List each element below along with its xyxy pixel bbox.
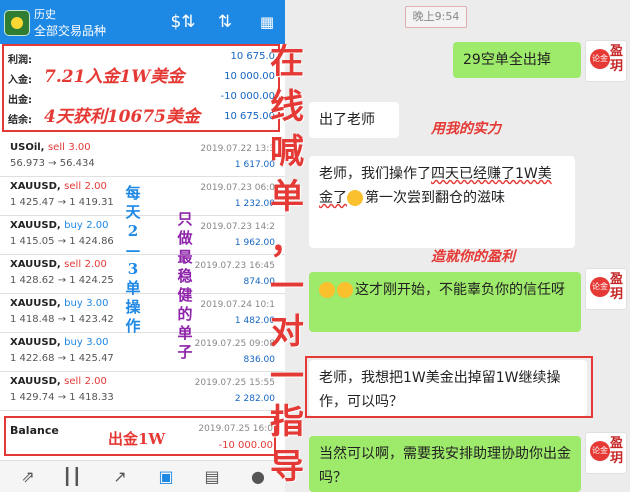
avatar-glyph: 盈玥 <box>610 44 624 74</box>
page-title: 历史 <box>34 8 56 21</box>
trade-price: 1 428.62 → 1 424.25 <box>10 275 114 286</box>
trade-symbol: XAUUSD, buy 3.00 <box>10 337 109 348</box>
trade-symbol: USOil, sell 3.00 <box>10 142 91 153</box>
annotation-per-day: 每天 2—3 单操作 <box>125 184 141 335</box>
trade-lots: 2.00 <box>86 220 109 231</box>
trade-symbol: XAUUSD, sell 2.00 <box>10 181 107 192</box>
table-row[interactable]: XAUUSD, buy 3.00 1 422.68 → 1 425.47 201… <box>0 333 285 372</box>
sort-icon[interactable]: ⇅ <box>212 10 238 34</box>
trade-history-list: USOil, sell 3.00 56.973 → 56.434 2019.07… <box>0 138 285 414</box>
table-row[interactable]: XAUUSD, buy 2.00 1 415.05 → 1 424.86 201… <box>0 216 285 255</box>
table-row[interactable]: XAUUSD, sell 2.00 1 429.74 → 1 418.33 20… <box>0 372 285 411</box>
trade-lots: 3.00 <box>68 142 91 153</box>
message-highlight-box <box>305 356 593 418</box>
avatar[interactable]: 论金 盈玥 <box>585 40 627 82</box>
chat-message-incoming: 老师，我们操作了四天已经赚了1W美金了 第一次尝到翻仓的滋味 <box>309 156 575 248</box>
trade-side: buy <box>64 220 83 231</box>
fist-emoji-icon <box>319 282 335 298</box>
symbol-filter[interactable]: 全部交易品种 <box>34 22 106 39</box>
trade-symbol: XAUUSD, buy 3.00 <box>10 298 109 309</box>
trade-side: sell <box>64 376 82 387</box>
trading-app: 历史 全部交易品种 $⇅ ⇅ ▦ 利润: 10 675.0 入金: 10 000… <box>0 0 285 492</box>
avatar-seal: 论金 <box>590 49 610 69</box>
chat-panel: 晚上9:54 29空单全出掉 论金 盈玥 出了老师 用我的实力 老师，我们操作了… <box>285 0 630 492</box>
trade-lots: 3.00 <box>86 298 109 309</box>
chart-candles-icon[interactable]: ┃┃ <box>58 465 86 489</box>
trade-price: 1 422.68 → 1 425.47 <box>10 353 114 364</box>
trade-side: sell <box>64 181 82 192</box>
trade-side: sell <box>47 142 65 153</box>
trade-symbol: XAUUSD, buy 2.00 <box>10 220 109 231</box>
trade-symbol: XAUUSD, sell 2.00 <box>10 259 107 270</box>
dollar-exchange-icon[interactable]: $⇅ <box>170 10 196 34</box>
app-logo-icon <box>4 10 30 36</box>
app-top-bar: 历史 全部交易品种 $⇅ ⇅ ▦ <box>0 0 285 44</box>
trade-lots: 2.00 <box>84 181 107 192</box>
annotation-strength: 用我的实力 <box>431 121 501 137</box>
annotation-deposit: 7.21入金1W美金 <box>44 67 185 87</box>
chat-message-incoming: 出了老师 <box>309 102 399 138</box>
trade-lots: 3.00 <box>86 337 109 348</box>
annotation-profit: 4天获利10675美金 <box>44 107 200 127</box>
trade-price: 1 418.48 → 1 423.42 <box>10 314 114 325</box>
avatar[interactable]: 论金 盈玥 <box>585 268 627 310</box>
trade-price: 1 429.74 → 1 418.33 <box>10 392 114 403</box>
chat-message-outgoing: 这才刚开始，不能辜负你的信任呀 <box>309 272 581 332</box>
overlay-slogan: 在线喊单，一对一指导 <box>270 42 304 487</box>
table-row[interactable]: XAUUSD, sell 2.00 1 425.47 → 1 419.31 20… <box>0 177 285 216</box>
trade-side: sell <box>64 259 82 270</box>
chat-message-outgoing: 当然可以啊，需要我安排助理协助你出金吗？ <box>309 436 581 492</box>
history-icon[interactable]: ▣ <box>152 465 180 489</box>
fist-emoji-icon <box>337 282 353 298</box>
trade-price: 1 425.47 → 1 419.31 <box>10 197 114 208</box>
trade-symbol: XAUUSD, sell 2.00 <box>10 376 107 387</box>
table-row[interactable]: XAUUSD, buy 3.00 1 418.48 → 1 423.42 201… <box>0 294 285 333</box>
trade-icon[interactable]: ⇗ <box>14 465 42 489</box>
trade-side: buy <box>64 298 83 309</box>
calendar-icon[interactable]: ▦ <box>256 10 278 34</box>
trend-icon[interactable]: ↗ <box>106 465 134 489</box>
crying-emoji-icon <box>347 190 363 206</box>
annotation-achieve: 造就你的盈利 <box>431 249 515 265</box>
news-icon[interactable]: ▤ <box>198 465 226 489</box>
chat-message-outgoing: 29空单全出掉 <box>453 42 581 78</box>
annotation-withdraw: 出金1W <box>108 430 166 448</box>
table-row[interactable]: USOil, sell 3.00 56.973 → 56.434 2019.07… <box>0 138 285 177</box>
trade-price: 56.973 → 56.434 <box>10 158 95 169</box>
table-row[interactable]: XAUUSD, sell 2.00 1 428.62 → 1 424.25 20… <box>0 255 285 294</box>
bottom-navigation: ⇗ ┃┃ ↗ ▣ ▤ ● <box>0 460 285 492</box>
chat-timestamp: 晚上9:54 <box>405 6 467 28</box>
screenshot-root: 历史 全部交易品种 $⇅ ⇅ ▦ 利润: 10 675.0 入金: 10 000… <box>0 0 630 492</box>
avatar[interactable]: 论金 盈玥 <box>585 432 627 474</box>
trade-lots: 2.00 <box>84 376 107 387</box>
annotation-stable: 只做最稳健的单子 <box>177 210 193 361</box>
trade-lots: 2.00 <box>84 259 107 270</box>
trade-side: buy <box>64 337 83 348</box>
trade-price: 1 415.05 → 1 424.86 <box>10 236 114 247</box>
